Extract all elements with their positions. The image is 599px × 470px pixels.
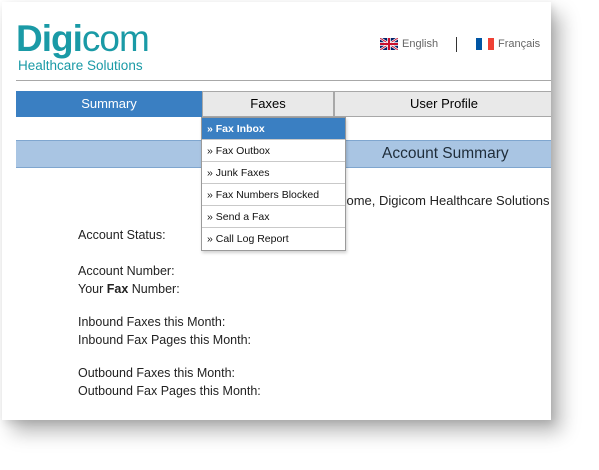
menu-item-fax-inbox[interactable]: » Fax Inbox bbox=[202, 118, 345, 140]
tab-user-profile[interactable]: User Profile bbox=[334, 91, 551, 117]
menu-item-call-log-report[interactable]: » Call Log Report bbox=[202, 228, 345, 250]
account-number-label: Account Number: bbox=[78, 264, 175, 278]
logo-bold-text: Digi bbox=[16, 18, 83, 59]
fax-number-bold: Fax bbox=[106, 282, 129, 296]
account-status-label: Account Status: bbox=[78, 228, 166, 242]
language-english-label: English bbox=[402, 38, 439, 50]
menu-item-fax-outbox[interactable]: » Fax Outbox bbox=[202, 140, 345, 162]
menu-item-send-a-fax[interactable]: » Send a Fax bbox=[202, 206, 345, 228]
france-flag-icon bbox=[476, 38, 494, 50]
uk-flag-icon bbox=[380, 38, 398, 50]
fax-number-label: Your Fax Number: bbox=[78, 282, 180, 296]
language-french-link[interactable]: Français bbox=[476, 38, 540, 50]
language-english-link[interactable]: English bbox=[380, 38, 438, 50]
menu-item-junk-faxes[interactable]: » Junk Faxes bbox=[202, 162, 345, 184]
app-window: Digicom Healthcare Solutions English Fra… bbox=[2, 2, 551, 420]
inbound-pages-label: Inbound Fax Pages this Month: bbox=[78, 333, 252, 347]
main-nav: Summary Faxes User Profile bbox=[16, 91, 551, 117]
header-divider bbox=[16, 80, 551, 81]
fax-number-suffix: Number: bbox=[128, 282, 180, 296]
fax-number-prefix: Your bbox=[78, 282, 107, 296]
tab-summary[interactable]: Summary bbox=[16, 91, 202, 117]
outbound-pages-label: Outbound Fax Pages this Month: bbox=[78, 384, 261, 398]
inbound-faxes-label: Inbound Faxes this Month: bbox=[78, 315, 226, 329]
logo-wordmark: Digicom bbox=[16, 18, 150, 59]
welcome-message: come, Digicom Healthcare Solutions bbox=[340, 193, 550, 208]
language-divider bbox=[456, 37, 457, 52]
logo-light-text: com bbox=[81, 18, 150, 59]
menu-item-fax-numbers-blocked[interactable]: » Fax Numbers Blocked bbox=[202, 184, 345, 206]
outbound-faxes-label: Outbound Faxes this Month: bbox=[78, 366, 236, 380]
tab-faxes[interactable]: Faxes bbox=[202, 91, 334, 117]
language-french-label: Français bbox=[498, 38, 541, 50]
digicom-logo[interactable]: Digicom Healthcare Solutions bbox=[16, 18, 150, 73]
page-title: Account Summary bbox=[382, 145, 509, 162]
logo-tagline: Healthcare Solutions bbox=[18, 58, 143, 73]
faxes-dropdown-menu: » Fax Inbox » Fax Outbox » Junk Faxes » … bbox=[201, 117, 346, 251]
